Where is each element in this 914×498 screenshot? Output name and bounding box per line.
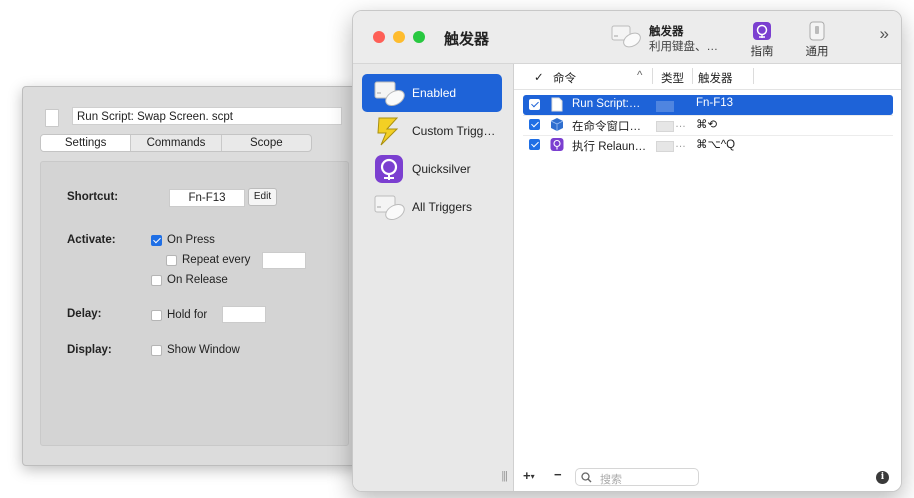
sidebar-item-label: All Triggers bbox=[412, 200, 473, 214]
sort-ascending-icon: ^ bbox=[637, 70, 643, 82]
edit-shortcut-button[interactable]: Edit bbox=[248, 188, 277, 206]
minimize-button[interactable] bbox=[393, 31, 405, 43]
display-label: Display: bbox=[67, 344, 112, 356]
table-row[interactable]: Run Script:… Fn-F13 bbox=[523, 95, 893, 115]
tab-scope[interactable]: Scope bbox=[222, 135, 311, 151]
tab-settings[interactable]: Settings bbox=[41, 135, 132, 151]
quicksilver-icon bbox=[753, 22, 771, 40]
row-type-indicator bbox=[656, 141, 674, 152]
row-command-name: 执行 Relaun… bbox=[572, 141, 647, 153]
column-header-enabled[interactable]: ✓ bbox=[534, 70, 544, 84]
row-trigger: ⌘⟲ bbox=[696, 119, 718, 131]
toolbar: 触发器 触发器 利用键盘、… 指南 通用 » bbox=[353, 11, 901, 64]
keyboard-mouse-icon bbox=[374, 195, 405, 221]
sidebar-resize-grip[interactable]: ||| bbox=[501, 470, 508, 482]
sidebar-item-quicksilver[interactable]: Quicksilver bbox=[362, 150, 502, 188]
column-header-trigger[interactable]: 触发器 bbox=[698, 70, 733, 86]
toolbar-overflow-chevron-icon[interactable]: » bbox=[880, 24, 889, 44]
document-icon bbox=[45, 109, 59, 127]
add-trigger-button[interactable]: +▾ bbox=[523, 468, 535, 483]
sidebar-item-custom-triggers[interactable]: Custom Trigg… bbox=[362, 112, 502, 150]
trigger-preference-subtitle: 利用键盘、… bbox=[649, 41, 718, 53]
hold-for-checkbox[interactable] bbox=[151, 310, 162, 321]
lightning-icon bbox=[377, 117, 399, 146]
document-icon bbox=[551, 97, 563, 112]
on-press-label: On Press bbox=[167, 234, 215, 246]
trigger-preference-title: 触发器 bbox=[649, 26, 684, 38]
cube-icon bbox=[550, 118, 564, 131]
row-enabled-checkbox[interactable] bbox=[529, 99, 540, 110]
window-title: 触发器 bbox=[444, 31, 490, 48]
on-press-checkbox[interactable] bbox=[151, 235, 162, 246]
on-release-label: On Release bbox=[167, 274, 228, 286]
zoom-button[interactable] bbox=[413, 31, 425, 43]
sidebar-item-label: Enabled bbox=[412, 86, 457, 100]
remove-trigger-button[interactable]: − bbox=[554, 467, 562, 482]
repeat-every-label: Repeat every bbox=[182, 254, 251, 266]
column-header-command[interactable]: 命令 bbox=[553, 70, 576, 86]
close-button[interactable] bbox=[373, 31, 385, 43]
command-title-field[interactable]: Run Script: Swap Screen. scpt bbox=[72, 107, 342, 125]
info-button[interactable]: i bbox=[876, 471, 889, 484]
row-trigger: ⌘⌥^Q bbox=[696, 139, 736, 151]
sidebar-item-label: Custom Trigg… bbox=[412, 124, 496, 138]
row-type-indicator bbox=[656, 121, 674, 132]
quicksilver-icon bbox=[375, 155, 403, 183]
row-type-more: … bbox=[675, 138, 686, 150]
delay-label: Delay: bbox=[67, 308, 102, 320]
on-release-checkbox[interactable] bbox=[151, 275, 162, 286]
search-icon bbox=[581, 472, 592, 483]
show-window-label: Show Window bbox=[167, 344, 240, 356]
table-header: ✓ 命令 ^ 类型 触发器 bbox=[514, 64, 901, 90]
sidebar-item-enabled[interactable]: Enabled bbox=[362, 74, 502, 112]
triggers-table: ✓ 命令 ^ 类型 触发器 Run Script:… Fn-F13 在命令窗口…… bbox=[514, 64, 901, 491]
row-command-name: 在命令窗口… bbox=[572, 121, 641, 133]
row-type-indicator bbox=[656, 101, 674, 112]
row-type-more: … bbox=[675, 118, 686, 130]
row-enabled-checkbox[interactable] bbox=[529, 119, 540, 130]
toolbar-general-label: 通用 bbox=[805, 46, 829, 58]
row-command-name: Run Script:… bbox=[572, 98, 641, 110]
activate-label: Activate: bbox=[67, 234, 116, 246]
keyboard-mouse-icon bbox=[374, 81, 405, 107]
switch-icon bbox=[809, 21, 825, 41]
toolbar-guide-label: 指南 bbox=[750, 46, 774, 58]
show-window-checkbox[interactable] bbox=[151, 345, 162, 356]
quicksilver-icon bbox=[550, 138, 564, 151]
settings-box: Shortcut: Fn-F13 Edit Activate: On Press… bbox=[40, 161, 349, 446]
sidebar-item-all-triggers[interactable]: All Triggers bbox=[362, 188, 502, 226]
triggers-window: 触发器 触发器 利用键盘、… 指南 通用 » Enabled Custom Tr… bbox=[352, 10, 902, 492]
hold-for-label: Hold for bbox=[167, 309, 208, 321]
search-placeholder: 搜索 bbox=[600, 474, 622, 486]
shortcut-label: Shortcut: bbox=[67, 191, 119, 203]
sidebar-footer: ||| bbox=[353, 465, 513, 491]
sidebar: Enabled Custom Trigg… Quicksilver All Tr… bbox=[353, 64, 514, 491]
sidebar-item-label: Quicksilver bbox=[412, 162, 471, 176]
table-row[interactable]: 执行 Relaun… … ⌘⌥^Q bbox=[523, 135, 893, 155]
repeat-interval-field[interactable] bbox=[262, 252, 306, 269]
row-enabled-checkbox[interactable] bbox=[529, 139, 540, 150]
repeat-every-checkbox[interactable] bbox=[166, 255, 177, 266]
toolbar-general-button[interactable]: 通用 bbox=[797, 21, 837, 59]
chevron-down-icon: ▾ bbox=[530, 472, 535, 482]
search-input[interactable]: 搜索 bbox=[575, 468, 699, 486]
inspector-tabs: Settings Commands Scope bbox=[40, 134, 312, 152]
inspector-panel: Run Script: Swap Screen. scpt Settings C… bbox=[22, 86, 364, 466]
keyboard-mouse-icon bbox=[611, 25, 641, 48]
row-trigger: Fn-F13 bbox=[696, 97, 734, 109]
toolbar-guide-button[interactable]: 指南 bbox=[742, 21, 782, 59]
column-header-type[interactable]: 类型 bbox=[661, 70, 684, 86]
tab-commands[interactable]: Commands bbox=[131, 135, 222, 151]
hold-duration-field[interactable] bbox=[222, 306, 266, 323]
shortcut-field[interactable]: Fn-F13 bbox=[169, 189, 245, 207]
table-row[interactable]: 在命令窗口… … ⌘⟲ bbox=[523, 115, 893, 135]
table-footer: +▾ − 搜索 i bbox=[514, 465, 901, 491]
